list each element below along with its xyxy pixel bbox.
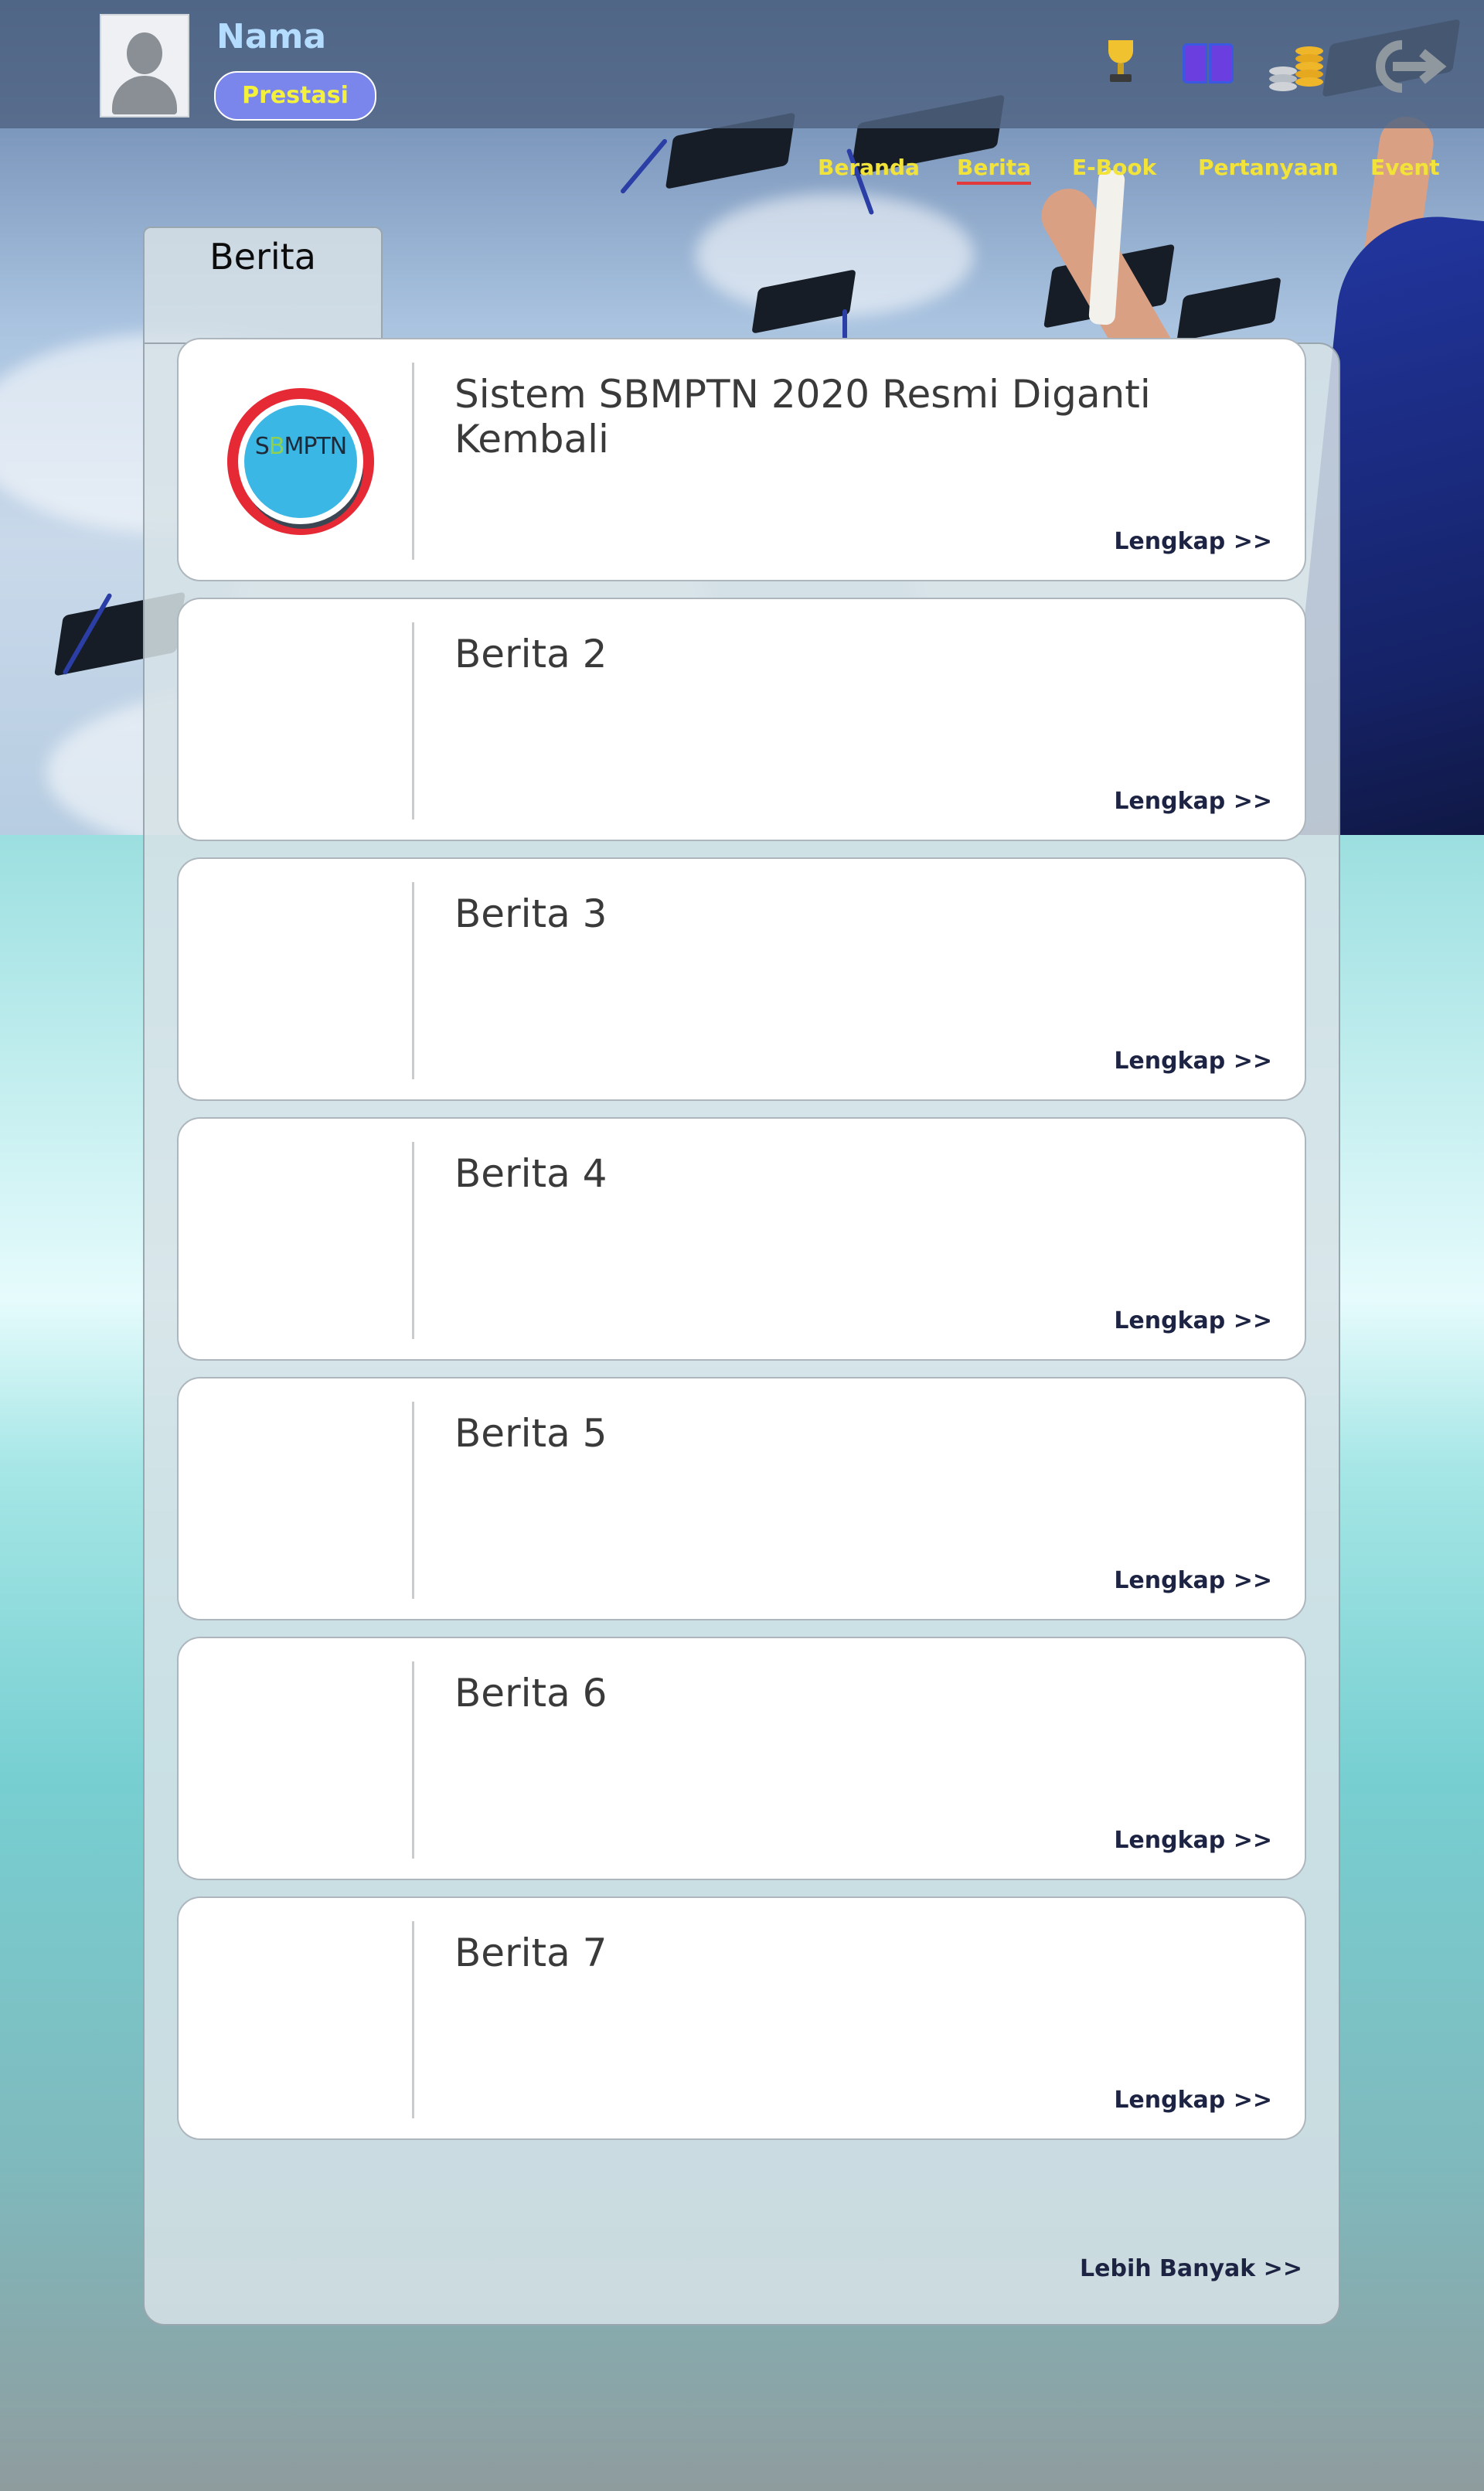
news-card[interactable]: Berita 6 Lengkap >>	[177, 1637, 1306, 1880]
lengkap-link[interactable]: Lengkap >>	[1114, 2087, 1272, 2114]
card-divider	[412, 363, 414, 560]
nav-beranda[interactable]: Beranda	[818, 155, 920, 180]
card-divider	[412, 882, 414, 1079]
news-title[interactable]: Berita 7	[454, 1930, 607, 1975]
card-divider	[412, 622, 414, 820]
card-divider	[412, 1402, 414, 1599]
news-card[interactable]: Berita 7 Lengkap >>	[177, 1896, 1306, 2140]
news-title[interactable]: Berita 2	[454, 632, 607, 676]
nav-event[interactable]: Event	[1370, 155, 1440, 180]
card-divider	[412, 1661, 414, 1859]
lengkap-link[interactable]: Lengkap >>	[1114, 1307, 1272, 1334]
nav-ebook[interactable]: E-Book	[1072, 155, 1156, 180]
news-title[interactable]: Berita 5	[454, 1411, 607, 1456]
coins-icon[interactable]	[1269, 40, 1323, 94]
news-card[interactable]: Berita 4 Lengkap >>	[177, 1117, 1306, 1361]
lengkap-link[interactable]: Lengkap >>	[1114, 1048, 1272, 1075]
book-icon[interactable]	[1183, 40, 1235, 87]
prestasi-button[interactable]: Prestasi	[214, 71, 376, 121]
lebih-banyak-link[interactable]: Lebih Banyak >>	[1080, 2255, 1302, 2282]
avatar[interactable]	[100, 14, 189, 118]
news-title[interactable]: Berita 6	[454, 1671, 607, 1716]
trophy-icon[interactable]	[1105, 40, 1136, 87]
nav-pertanyaan[interactable]: Pertanyaan	[1198, 155, 1339, 180]
lengkap-link[interactable]: Lengkap >>	[1114, 788, 1272, 815]
card-divider	[412, 1921, 414, 2118]
logout-icon[interactable]	[1362, 36, 1447, 97]
news-title[interactable]: Berita 3	[454, 891, 607, 936]
news-card[interactable]: Berita 3 Lengkap >>	[177, 857, 1306, 1101]
logo-text: SBMPTN	[254, 433, 347, 460]
lengkap-link[interactable]: Lengkap >>	[1114, 1567, 1272, 1594]
lengkap-link[interactable]: Lengkap >>	[1114, 528, 1272, 555]
nav-berita[interactable]: Berita	[957, 155, 1032, 185]
news-title[interactable]: Berita 4	[454, 1151, 607, 1196]
news-title[interactable]: Sistem SBMPTN 2020 Resmi Diganti Kembali	[454, 372, 1305, 462]
lengkap-link[interactable]: Lengkap >>	[1114, 1827, 1272, 1854]
card-divider	[412, 1142, 414, 1339]
news-card[interactable]: Berita 5 Lengkap >>	[177, 1377, 1306, 1620]
tab-berita[interactable]: Berita	[143, 227, 383, 344]
top-bar: Nama Prestasi	[0, 0, 1484, 128]
tab-label: Berita	[209, 236, 316, 278]
sbmptn-logo: SBMPTN	[227, 388, 374, 535]
news-card[interactable]: Berita 2 Lengkap >>	[177, 598, 1306, 841]
news-card[interactable]: SBMPTN Sistem SBMPTN 2020 Resmi Diganti …	[177, 338, 1306, 581]
user-name: Nama	[216, 17, 327, 56]
